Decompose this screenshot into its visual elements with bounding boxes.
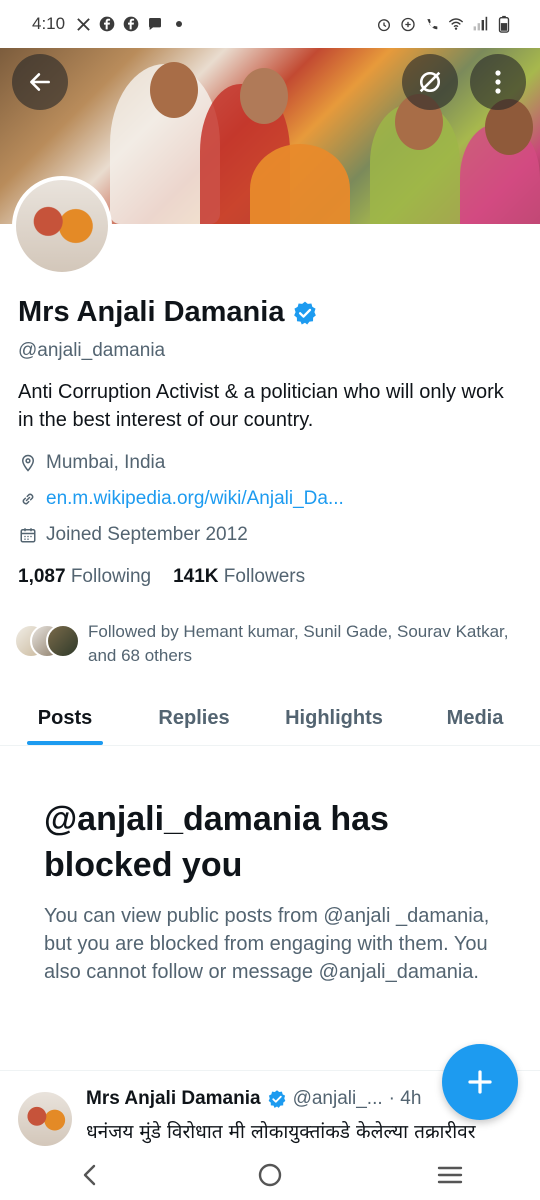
verified-badge-icon[interactable] [292,300,318,326]
profile-avatar[interactable] [12,176,112,276]
back-arrow-icon [30,73,50,91]
calendar-icon [18,525,38,545]
blocked-message: You can view public posts from @anjali _… [44,905,490,983]
nav-home-icon [258,1163,282,1187]
profile-tabs: Posts Replies Highlights Media [0,690,540,746]
facebook-icon [123,16,139,32]
tab-media[interactable]: Media [410,690,540,746]
battery-icon [496,15,512,33]
signal-icon [472,16,488,32]
verified-badge-icon [267,1089,287,1109]
alarm-icon [376,16,392,32]
nav-home-button[interactable] [240,1153,300,1197]
tab-label: Media [446,706,504,729]
more-options-button[interactable] [470,54,526,110]
tweet-header: Mrs Anjali Damania @anjali_... · 4h [86,1088,421,1110]
follower-avatars [14,624,80,660]
wifi-icon [448,16,464,32]
facebook-icon [99,16,115,32]
profile-bio: Anti Corruption Activist & a politician … [18,381,504,431]
location-text: Mumbai, India [46,452,166,473]
dot-icon [171,16,187,32]
profile-joined: Joined September 2012 [18,524,248,546]
follow-counts: 1,087 Following 141K Followers [18,566,305,588]
grok-button[interactable] [402,54,458,110]
followers-label: Followers [223,566,306,587]
plus-icon [468,1070,492,1094]
x-icon [75,16,91,32]
more-vertical-icon [495,70,501,94]
system-nav-bar [0,1150,540,1200]
tab-replies[interactable]: Replies [130,690,258,746]
tab-label: Highlights [285,706,383,729]
tweet-avatar[interactable] [18,1092,72,1146]
location-pin-icon [18,453,38,473]
nav-recents-icon [437,1166,463,1184]
following-count: 1,087 [18,566,66,587]
tweet-time: · 4h [388,1088,422,1109]
following-link[interactable]: 1,087 Following [18,566,151,588]
tweet-author-name: Mrs Anjali Damania [86,1088,261,1109]
website-link[interactable]: en.m.wikipedia.org/wiki/Anjali_Da... [46,488,344,510]
tweet-author-handle: @anjali_... [292,1088,383,1109]
back-button[interactable] [12,54,68,110]
followers-link[interactable]: 141K Followers [173,566,305,588]
link-icon [18,489,38,509]
data-saver-icon [400,16,416,32]
tab-highlights[interactable]: Highlights [258,690,410,746]
compose-button[interactable] [442,1044,518,1120]
follower-avatar [46,624,80,658]
tab-label: Replies [158,706,230,729]
joined-text: Joined September 2012 [46,524,248,545]
followed-by[interactable]: Followed by Hemant kumar, Sunil Gade, So… [14,620,528,668]
wifi-call-icon [424,16,440,32]
profile-website[interactable]: en.m.wikipedia.org/wiki/Anjali_Da... [18,488,344,510]
profile-name: Mrs Anjali Damania [18,296,285,328]
profile-handle: @anjali_damania [18,340,166,361]
following-label: Following [70,566,152,587]
blocked-notice: @anjali_damania has blocked you You can … [44,796,504,986]
grok-icon [419,71,441,93]
profile-name-row: Mrs Anjali Damania [18,296,318,329]
followed-by-text: Followed by Hemant kumar, Sunil Gade, So… [88,622,509,665]
blocked-title: @anjali_damania has blocked you [44,800,389,884]
followers-count: 141K [173,566,219,587]
profile-location: Mumbai, India [18,452,165,474]
status-bar: 4:10 [0,0,540,48]
tab-posts[interactable]: Posts [0,690,130,746]
tweet-text: धनंजय मुंडे विरोधात मी लोकायुक्तांकडे के… [86,1121,476,1143]
tab-label: Posts [37,706,93,729]
nav-back-icon [83,1164,96,1186]
chat-icon [147,16,163,32]
nav-recents-button[interactable] [420,1153,480,1197]
status-time: 4:10 [32,14,66,33]
active-tab-indicator [27,741,103,745]
nav-back-button[interactable] [60,1153,120,1197]
